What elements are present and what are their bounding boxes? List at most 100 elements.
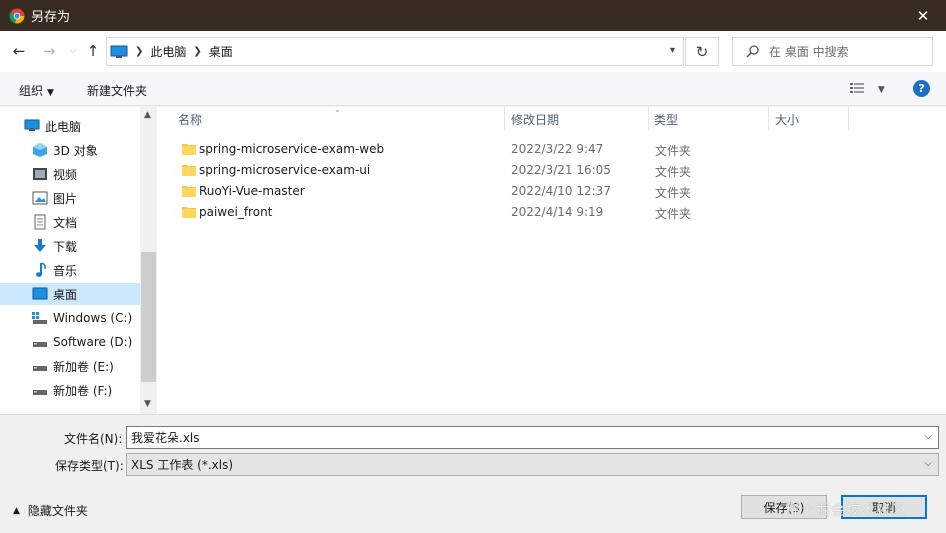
music-icon	[32, 262, 48, 278]
nav-item-label: 此电脑	[45, 119, 82, 134]
chevron-down-icon: ⌵	[924, 458, 932, 469]
column-header-size[interactable]: 大小	[775, 111, 799, 128]
pictures-icon	[32, 190, 48, 206]
filetype-value: XLS 工作表 (*.xls)	[131, 458, 234, 472]
drive-icon	[32, 382, 48, 398]
file-name: paiwei_front	[199, 205, 273, 219]
recent-locations-button[interactable]: ⌵	[64, 41, 82, 61]
pc-icon	[24, 118, 40, 134]
nav-item-label: 新加卷 (F:)	[53, 383, 113, 398]
desktop-icon	[32, 286, 48, 302]
nav-item-documents[interactable]: 文档	[0, 211, 140, 233]
back-button[interactable]: ←	[10, 41, 28, 61]
nav-item-downloads[interactable]: 下载	[0, 235, 140, 257]
3d-objects-icon	[32, 142, 48, 158]
filetype-select[interactable]: XLS 工作表 (*.xls) ⌵	[126, 453, 939, 476]
column-divider[interactable]	[648, 107, 649, 131]
search-icon	[746, 45, 759, 58]
nav-item-music[interactable]: 音乐	[0, 259, 140, 281]
search-placeholder: 在 桌面 中搜索	[769, 45, 849, 59]
nav-item-pictures[interactable]: 图片	[0, 187, 140, 209]
table-row[interactable]: paiwei_front 2022/4/14 9:19 文件夹	[178, 202, 778, 223]
nav-item-label: 桌面	[53, 287, 78, 302]
view-options-button[interactable]: ▼	[850, 82, 885, 97]
folder-icon	[182, 165, 196, 176]
organize-label: 组织	[19, 84, 44, 98]
refresh-button[interactable]: ↻	[685, 37, 719, 66]
file-name: RuoYi-Vue-master	[199, 184, 305, 198]
chevron-down-icon[interactable]: ⌵	[924, 431, 932, 442]
scroll-down-icon[interactable]: ▼	[144, 399, 151, 409]
nav-item-drive-d[interactable]: Software (D:)	[0, 331, 140, 353]
forward-button[interactable]: →	[40, 41, 58, 61]
file-list: ⌄ 名称 修改日期 类型 大小 spring-microservice-exam…	[158, 105, 946, 414]
hide-folders-toggle[interactable]: ▲ 隐藏文件夹	[13, 502, 88, 519]
address-input[interactable]: ❯ 此电脑 ❯ 桌面 ▾	[106, 37, 684, 66]
hide-folders-label: 隐藏文件夹	[27, 504, 88, 518]
scroll-up-icon[interactable]: ▲	[144, 110, 151, 120]
close-button[interactable]: ✕	[900, 0, 946, 31]
column-divider[interactable]	[768, 107, 769, 131]
arrow-left-icon: ←	[12, 42, 26, 60]
close-icon: ✕	[916, 6, 930, 25]
file-modified: 2022/3/22 9:47	[511, 142, 604, 156]
window-title: 另存为	[31, 10, 71, 25]
caret-down-icon: ▼	[877, 85, 885, 95]
up-button[interactable]: ↑	[84, 41, 102, 61]
nav-item-label: 音乐	[53, 263, 78, 278]
help-button[interactable]: ?	[913, 80, 930, 97]
file-modified: 2022/4/14 9:19	[511, 205, 604, 219]
filename-input[interactable]: 我爱花朵.xls ⌵	[126, 426, 939, 449]
chevron-down-icon[interactable]: ▾	[670, 45, 675, 56]
column-header-modified[interactable]: 修改日期	[511, 111, 559, 128]
column-divider[interactable]	[848, 107, 849, 131]
filename-label: 文件名(N):	[64, 432, 123, 446]
toolbar: 组织 ▼ 新建文件夹 ▼ ?	[0, 72, 946, 106]
download-icon	[32, 238, 48, 254]
folder-icon	[182, 207, 196, 218]
nav-item-videos[interactable]: 视频	[0, 163, 140, 185]
chevron-right-icon: ❯	[135, 46, 144, 57]
nav-item-label: 新加卷 (E:)	[53, 359, 114, 374]
file-type: 文件夹	[655, 144, 692, 158]
nav-scrollbar[interactable]: ▲ ▼	[140, 107, 157, 414]
arrow-right-icon: →	[42, 42, 56, 60]
chrome-icon	[9, 8, 25, 24]
table-row[interactable]: RuoYi-Vue-master 2022/4/10 12:37 文件夹	[178, 181, 778, 202]
nav-item-desktop[interactable]: 桌面	[0, 283, 140, 305]
chevron-right-icon: ❯	[193, 46, 202, 57]
table-row[interactable]: spring-microservice-exam-ui 2022/3/21 16…	[178, 160, 778, 181]
nav-item-this-pc[interactable]: 此电脑	[0, 115, 140, 137]
table-row[interactable]: spring-microservice-exam-web 2022/3/22 9…	[178, 139, 778, 160]
title-bar: 另存为 ✕	[0, 0, 946, 31]
file-name: spring-microservice-exam-ui	[199, 163, 371, 177]
column-header-type[interactable]: 类型	[654, 111, 678, 128]
filename-value: 我爱花朵.xls	[131, 431, 200, 445]
windows-drive-icon	[32, 310, 48, 326]
breadcrumb-desktop[interactable]: 桌面	[209, 43, 233, 60]
video-icon	[32, 166, 48, 182]
nav-item-drive-e[interactable]: 新加卷 (E:)	[0, 355, 140, 377]
nav-item-label: Windows (C:)	[53, 311, 133, 325]
file-modified: 2022/3/21 16:05	[511, 163, 611, 177]
scrollbar-thumb[interactable]	[141, 252, 156, 382]
drive-icon	[32, 334, 48, 350]
new-folder-label: 新建文件夹	[87, 84, 148, 98]
breadcrumb-this-pc[interactable]: 此电脑	[150, 43, 186, 60]
navigation-pane: 此电脑 3D 对象 视频 图片 文档 下载 音乐 桌面 Windows (C:)…	[0, 107, 158, 414]
column-divider[interactable]	[504, 107, 505, 131]
caret-up-icon: ▲	[13, 505, 20, 516]
file-type: 文件夹	[655, 165, 692, 179]
nav-item-drive-c[interactable]: Windows (C:)	[0, 307, 140, 329]
save-form: 文件名(N): 我爱花朵.xls ⌵ 保存类型(T): XLS 工作表 (*.x…	[0, 414, 946, 533]
search-input[interactable]: 在 桌面 中搜索	[732, 37, 933, 66]
nav-item-label: Software (D:)	[53, 335, 133, 349]
new-folder-button[interactable]: 新建文件夹	[87, 82, 147, 99]
nav-item-label: 下载	[53, 239, 78, 254]
details-view-icon	[850, 83, 864, 93]
file-type: 文件夹	[655, 207, 692, 221]
nav-item-3d-objects[interactable]: 3D 对象	[0, 139, 140, 161]
nav-item-drive-f[interactable]: 新加卷 (F:)	[0, 379, 140, 401]
column-header-name[interactable]: 名称	[178, 111, 202, 128]
organize-button[interactable]: 组织 ▼	[19, 82, 54, 99]
